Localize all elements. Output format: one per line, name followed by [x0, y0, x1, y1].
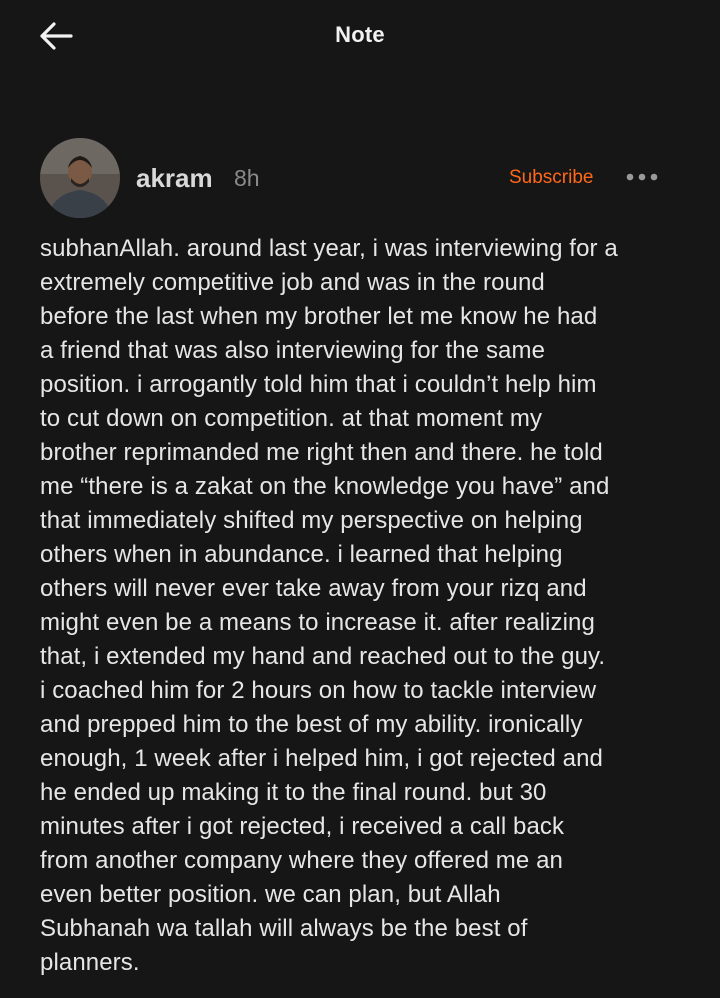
note-line: extremely competitive job and was in the… [40, 269, 545, 296]
more-horizontal-icon [626, 173, 658, 181]
note-line: before the last when my brother let me k… [40, 303, 598, 330]
note-line: from another company where they offered … [40, 847, 564, 874]
note-line: to cut down on competition. at that mome… [40, 405, 543, 432]
note-line: might even be a means to increase it. af… [40, 609, 595, 636]
note-line: and prepped him to the best of my abilit… [40, 711, 583, 738]
note-line: enough, 1 week after i helped him, i got… [40, 745, 603, 772]
note-line: he ended up making it to the final round… [40, 779, 547, 806]
note-line: even better position. we can plan, but A… [40, 881, 501, 908]
note-line: others when in abundance. i learned that… [40, 541, 563, 568]
note-line: planners. [40, 949, 140, 976]
note-line: that immediately shifted my perspective … [40, 507, 583, 534]
note-line: Subhanah wa tallah will always be the be… [40, 915, 528, 942]
note-line: me “there is a zakat on the knowledge yo… [40, 473, 610, 500]
note-body: subhanAllah. around last year, i was int… [40, 232, 690, 980]
note-line: that, i extended my hand and reached out… [40, 643, 606, 670]
post-timestamp: 8h [234, 165, 260, 191]
note-line: minutes after i got rejected, i received… [40, 813, 565, 840]
author-name[interactable]: akram [136, 163, 213, 194]
avatar-photo [40, 138, 120, 218]
note-line: a friend that was also interviewing for … [40, 337, 546, 364]
subscribe-button[interactable]: Subscribe [509, 167, 594, 189]
note-line: position. i arrogantly told him that i c… [40, 371, 597, 398]
avatar[interactable] [40, 138, 120, 218]
page-title: Note [335, 22, 385, 47]
more-options-button[interactable] [622, 164, 662, 190]
note-line: subhanAllah. around last year, i was int… [40, 235, 618, 262]
note-line: i coached him for 2 hours on how to tack… [40, 677, 597, 704]
top-bar: Note [0, 0, 720, 70]
note-line: brother reprimanded me right then and th… [40, 439, 603, 466]
author-row: akram 8h Subscribe [40, 138, 680, 218]
note-line: others will never ever take away from yo… [40, 575, 587, 602]
